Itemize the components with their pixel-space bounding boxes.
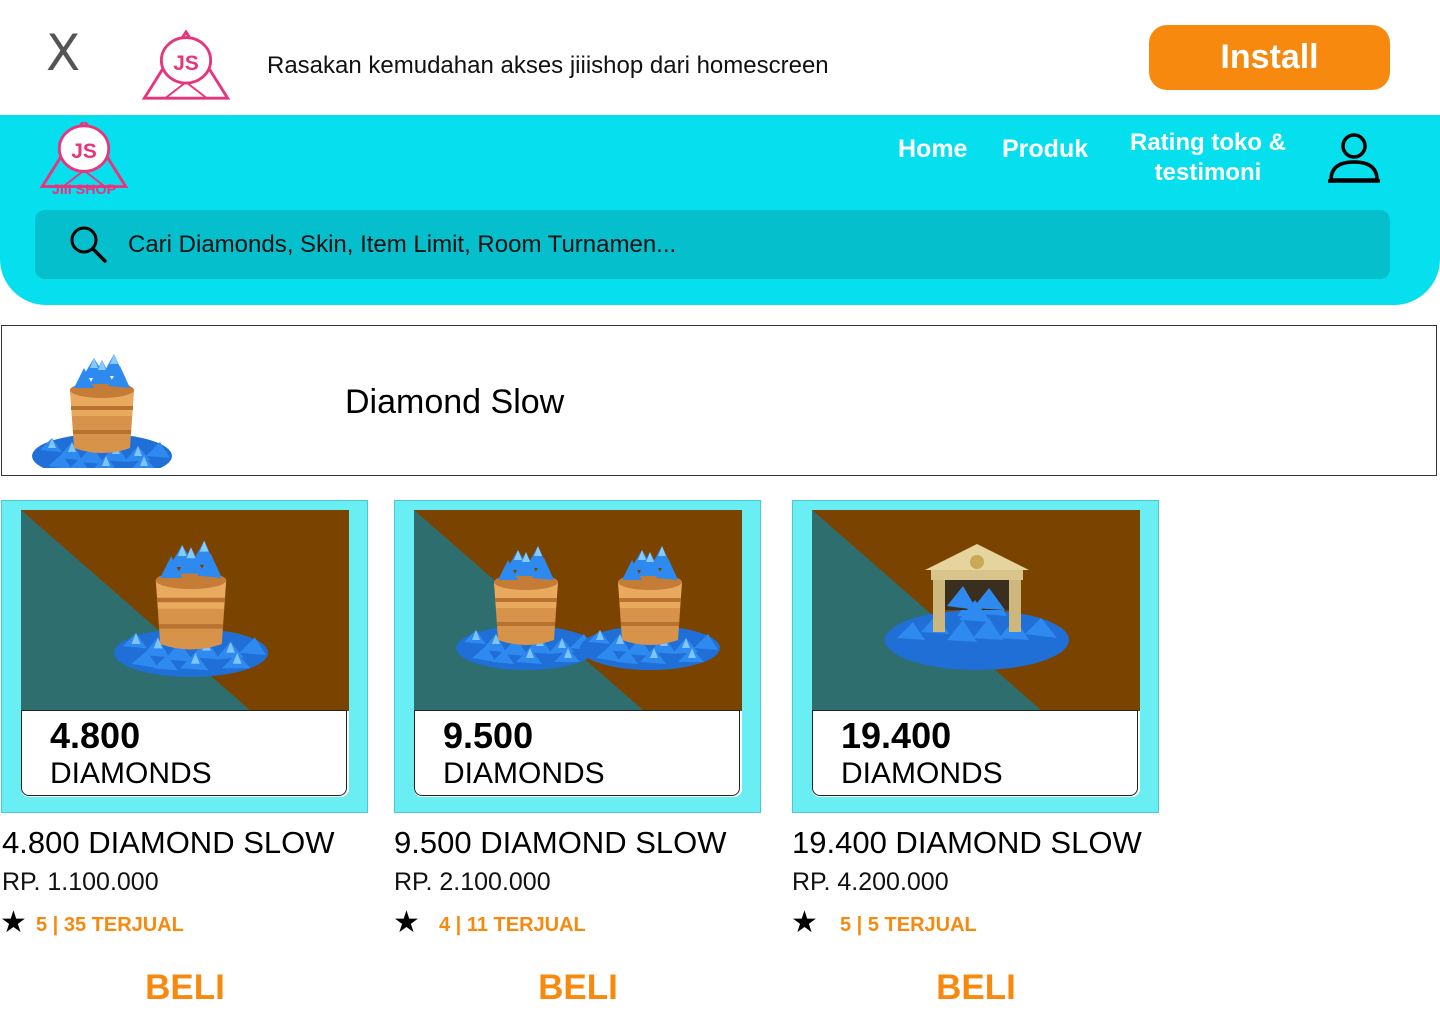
nav-rating-line1: Rating toko &: [1130, 129, 1286, 156]
product-price: RP. 4.200.000: [792, 868, 949, 896]
jiii-shop-logo[interactable]: JS JIII SHOP: [36, 118, 132, 198]
product-card-1[interactable]: 4.800 DIAMONDS: [1, 500, 368, 813]
star-icon: ★: [0, 906, 27, 939]
product-unit: DIAMONDS: [50, 757, 212, 790]
product-label-3: 19.400 DIAMONDS: [812, 710, 1138, 796]
product-card-2[interactable]: 9.500 DIAMONDS: [394, 500, 761, 813]
product-image-3: [812, 510, 1140, 711]
product-title[interactable]: 4.800 DIAMOND SLOW: [2, 825, 334, 861]
product-price: RP. 1.100.000: [2, 868, 159, 896]
banner-message: Rasakan kemudahan akses jiiishop dari ho…: [267, 52, 829, 79]
product-amount: 4.800: [50, 715, 141, 756]
svg-text:JS: JS: [173, 52, 199, 75]
product-label-2: 9.500 DIAMONDS: [414, 710, 740, 796]
product-unit: DIAMONDS: [443, 757, 605, 790]
product-rating: 4 | 11 TERJUAL: [439, 914, 586, 936]
product-rating: 5 | 35 TERJUAL: [36, 914, 184, 936]
product-amount: 9.500: [443, 715, 534, 756]
product-title[interactable]: 9.500 DIAMOND SLOW: [394, 825, 726, 861]
nav-produk[interactable]: Produk: [1002, 135, 1088, 164]
product-price: RP. 2.100.000: [394, 868, 551, 896]
product-rating: 5 | 5 TERJUAL: [840, 914, 977, 936]
svg-text:JS: JS: [71, 140, 97, 163]
product-image-1: [21, 510, 349, 711]
nav-rating-testimoni[interactable]: Rating toko & testimoni: [1108, 128, 1308, 188]
buy-button[interactable]: BELI: [85, 968, 285, 1008]
product-unit: DIAMONDS: [841, 757, 1003, 790]
svg-text:JIII SHOP: JIII SHOP: [52, 182, 117, 198]
user-profile-icon[interactable]: [1325, 132, 1383, 186]
buy-button[interactable]: BELI: [478, 968, 678, 1008]
search-icon: [68, 224, 108, 264]
category-header: [1, 325, 1437, 476]
product-label-1: 4.800 DIAMONDS: [21, 710, 347, 796]
product-card-3[interactable]: 19.400 DIAMONDS: [792, 500, 1159, 813]
search-input[interactable]: [128, 226, 1328, 264]
category-title: Diamond Slow: [345, 383, 565, 421]
product-amount: 19.400: [841, 715, 952, 756]
nav-rating-line2: testimoni: [1154, 159, 1262, 186]
install-button[interactable]: Install: [1149, 25, 1390, 90]
diamond-barrel-image: [22, 340, 182, 468]
product-title[interactable]: 19.400 DIAMOND SLOW: [792, 825, 1142, 861]
jiiishop-logo: JS: [138, 30, 234, 102]
star-icon: ★: [393, 906, 420, 939]
close-banner-button[interactable]: X: [46, 28, 80, 78]
buy-button[interactable]: BELI: [876, 968, 1076, 1008]
nav-home[interactable]: Home: [898, 135, 967, 164]
product-image-2: [414, 510, 742, 711]
star-icon: ★: [791, 906, 818, 939]
